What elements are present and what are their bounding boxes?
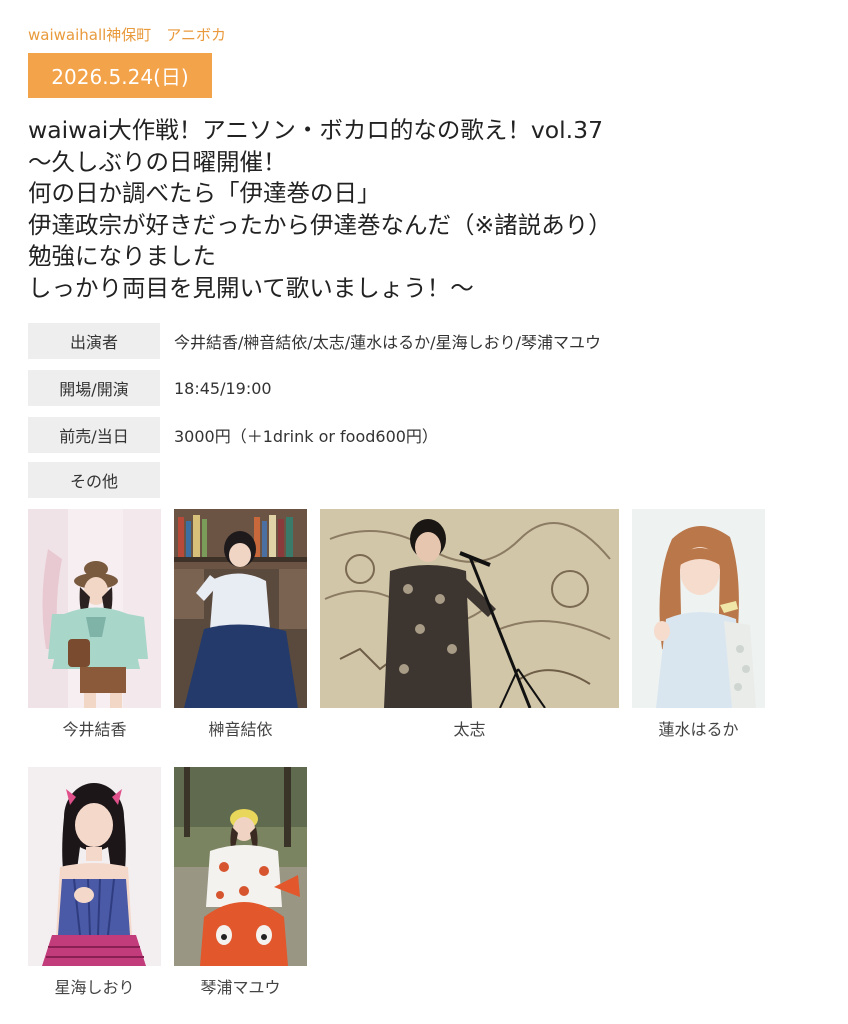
info-row-other: その他 [28,462,174,498]
performer-photo[interactable] [174,509,307,708]
info-value: 3000円（＋1drink or food600円） [174,427,438,446]
performer-name: 今井結香 [62,720,127,739]
performer-photo[interactable] [632,509,765,708]
title-line: 勉強になりました [28,242,216,270]
performer-name: 琴浦マユウ [200,978,281,997]
title-line: ～久しぶりの日曜開催！ [28,147,287,176]
info-label: 出演者 [28,323,160,359]
performer-photo[interactable] [28,509,161,708]
title-line: 何の日か調べたら「伊達巻の日」 [28,179,381,207]
event-title: waiwai大作戦！アニソン・ボカロ的なの歌え！vol.37 ～久しぶりの日曜開… [28,115,828,304]
info-label: 開場/開演 [28,370,160,406]
info-row-time: 開場/開演 18:45/19:00 [28,370,272,406]
performer-name: 榊音結依 [208,720,273,739]
info-label: その他 [28,462,160,498]
title-line: しっかり両目を見開いて歌いましょう！～ [28,273,474,302]
performer-card[interactable]: 蓮水はるか [632,509,765,740]
performer-card[interactable]: 太志 [320,509,619,740]
performer-card[interactable]: 今井結香 [28,509,161,740]
performer-card[interactable]: 星海しおり [28,767,161,998]
info-row-performers: 出演者 今井結香/榊音結依/太志/蓮水はるか/星海しおり/琴浦マユウ [28,323,601,359]
performer-photo[interactable] [28,767,161,966]
info-label: 前売/当日 [28,417,160,453]
performer-name: 蓮水はるか [658,720,739,739]
info-value: 18:45/19:00 [174,378,272,398]
performer-card[interactable]: 榊音結依 [174,509,307,740]
performer-name: 太志 [453,720,486,739]
title-line: 伊達政宗が好きだったから伊達巻なんだ（※諸説あり） [28,210,612,239]
venue-line: waiwaihall神保町 アニボカ [28,26,226,44]
performer-photo[interactable] [174,767,307,966]
info-row-price: 前売/当日 3000円（＋1drink or food600円） [28,417,438,453]
date-badge: 2026.5.24(日) [28,53,212,98]
performer-name: 星海しおり [54,978,135,997]
info-value: 今井結香/榊音結依/太志/蓮水はるか/星海しおり/琴浦マユウ [174,333,601,352]
performer-photo[interactable] [320,509,619,708]
performer-card[interactable]: 琴浦マユウ [174,767,307,998]
title-line: waiwai大作戦！アニソン・ボカロ的なの歌え！vol.37 [28,116,604,144]
